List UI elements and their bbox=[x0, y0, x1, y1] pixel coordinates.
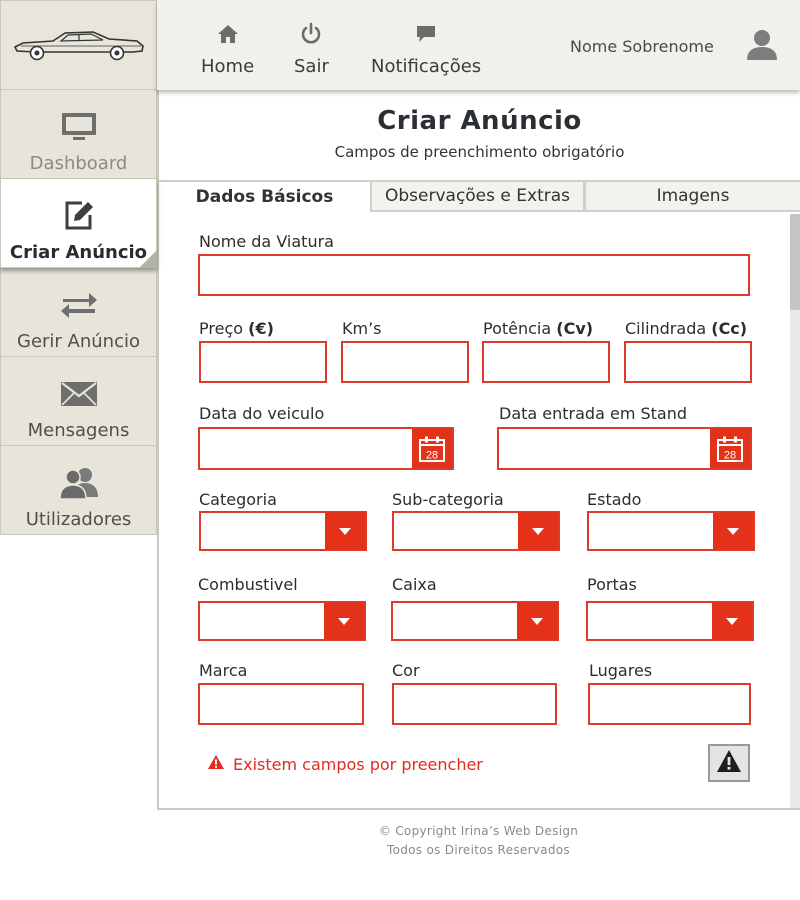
nome-viatura-label: Nome da Viatura bbox=[199, 232, 334, 251]
categoria-label: Categoria bbox=[199, 490, 277, 509]
main-panel: Criar Anúncio Campos de preenchimento ob… bbox=[157, 90, 800, 810]
monitor-icon bbox=[59, 107, 99, 147]
lugares-label: Lugares bbox=[589, 661, 653, 680]
home-button[interactable]: Home bbox=[201, 18, 254, 77]
data-veiculo-input[interactable]: 28 bbox=[198, 427, 454, 470]
sidebar-item-utilizadores[interactable]: Utilizadores bbox=[0, 446, 157, 535]
data-entrada-input[interactable]: 28 bbox=[497, 427, 752, 470]
sidebar-item-criar-anuncio[interactable]: Criar Anúncio bbox=[0, 179, 157, 268]
home-icon bbox=[217, 18, 239, 50]
nome-viatura-input[interactable] bbox=[198, 254, 750, 296]
brand-logo[interactable] bbox=[0, 0, 157, 90]
sidebar-item-label: Mensagens bbox=[27, 420, 130, 441]
notifications-button[interactable]: Notificações bbox=[371, 18, 481, 77]
caixa-label: Caixa bbox=[392, 575, 437, 594]
sidebar-item-label: Dashboard bbox=[29, 153, 128, 174]
calendar-day: 28 bbox=[724, 449, 736, 461]
sidebar-item-label: Criar Anúncio bbox=[9, 242, 148, 263]
tab-dados-basicos[interactable]: Dados Básicos bbox=[159, 180, 370, 212]
edit-icon bbox=[62, 196, 96, 236]
tab-observacoes-extras[interactable]: Observações e Extras bbox=[370, 180, 585, 212]
cor-input[interactable] bbox=[392, 683, 557, 725]
validation-message: Existem campos por preencher bbox=[207, 754, 483, 774]
marca-label: Marca bbox=[199, 661, 248, 680]
portas-select[interactable] bbox=[586, 601, 754, 641]
users-icon bbox=[58, 463, 100, 503]
preco-input[interactable] bbox=[199, 341, 327, 383]
cilindrada-input[interactable] bbox=[624, 341, 752, 383]
potencia-label-text: Potência bbox=[483, 319, 552, 338]
potencia-unit: (Cv) bbox=[556, 319, 594, 338]
caixa-select[interactable] bbox=[391, 601, 559, 641]
data-entrada-label: Data entrada em Stand bbox=[499, 404, 688, 423]
warning-icon bbox=[716, 749, 742, 777]
validation-text: Existem campos por preencher bbox=[233, 754, 483, 774]
estado-label: Estado bbox=[587, 490, 642, 509]
marca-input[interactable] bbox=[198, 683, 364, 725]
sidebar-item-dashboard[interactable]: Dashboard bbox=[0, 90, 157, 179]
notifications-label: Notificações bbox=[371, 56, 482, 77]
user-name[interactable]: Nome Sobrenome bbox=[570, 37, 714, 56]
calendar-icon[interactable]: 28 bbox=[710, 429, 750, 468]
cilindrada-unit: (Cc) bbox=[711, 319, 748, 338]
top-bar: Home Sair Notificações Nome Sobrenome bbox=[157, 0, 800, 90]
cilindrada-label-text: Cilindrada bbox=[625, 319, 707, 338]
calendar-icon[interactable]: 28 bbox=[412, 429, 452, 468]
portas-label: Portas bbox=[587, 575, 637, 594]
potencia-input[interactable] bbox=[482, 341, 610, 383]
chat-icon bbox=[415, 18, 437, 50]
user-icon[interactable] bbox=[745, 28, 779, 66]
copyright-text: © Copyright Irina’s Web Design bbox=[378, 824, 579, 838]
alert-button[interactable] bbox=[708, 744, 750, 782]
footer: © Copyright Irina’s Web Design Todos os … bbox=[157, 822, 800, 860]
chevron-down-icon[interactable] bbox=[712, 603, 752, 639]
subcategoria-label: Sub-categoria bbox=[392, 490, 504, 509]
active-indicator bbox=[139, 250, 157, 268]
tab-imagens[interactable]: Imagens bbox=[584, 180, 800, 212]
combustivel-select[interactable] bbox=[198, 601, 366, 641]
warning-icon bbox=[207, 754, 225, 774]
preco-unit: (€) bbox=[248, 319, 274, 338]
estado-select[interactable] bbox=[587, 511, 755, 551]
page-subtitle: Campos de preenchimento obrigatório bbox=[334, 143, 625, 161]
swap-arrows-icon bbox=[59, 285, 99, 325]
subcategoria-select[interactable] bbox=[392, 511, 560, 551]
chevron-down-icon[interactable] bbox=[325, 513, 365, 549]
kms-label: Km’s bbox=[342, 319, 382, 338]
scrollbar[interactable] bbox=[790, 214, 800, 808]
chevron-down-icon[interactable] bbox=[324, 603, 364, 639]
chevron-down-icon[interactable] bbox=[518, 513, 558, 549]
cilindrada-label: Cilindrada (Cc) bbox=[625, 319, 747, 338]
categoria-select[interactable] bbox=[199, 511, 367, 551]
power-icon bbox=[299, 18, 323, 50]
scrollbar-thumb[interactable] bbox=[790, 214, 800, 310]
cor-label: Cor bbox=[392, 661, 420, 680]
calendar-day: 28 bbox=[426, 449, 438, 461]
page-title: Criar Anúncio bbox=[377, 106, 582, 136]
preco-label-text: Preço bbox=[199, 319, 244, 338]
combustivel-label: Combustivel bbox=[198, 575, 298, 594]
lugares-input[interactable] bbox=[588, 683, 751, 725]
logout-button[interactable]: Sair bbox=[294, 18, 329, 77]
logout-label: Sair bbox=[294, 56, 329, 77]
home-label: Home bbox=[201, 56, 255, 77]
potencia-label: Potência (Cv) bbox=[483, 319, 593, 338]
sidebar-item-label: Gerir Anúncio bbox=[17, 331, 140, 352]
rights-text: Todos os Direitos Reservados bbox=[387, 843, 570, 857]
tab-bar: Dados Básicos Observações e Extras Image… bbox=[159, 180, 800, 212]
chevron-down-icon[interactable] bbox=[517, 603, 557, 639]
preco-label: Preço (€) bbox=[199, 319, 274, 338]
sidebar-item-mensagens[interactable]: Mensagens bbox=[0, 357, 157, 446]
sidebar-item-gerir-anuncio[interactable]: Gerir Anúncio bbox=[0, 268, 157, 357]
car-icon bbox=[13, 31, 144, 61]
data-veiculo-label: Data do veiculo bbox=[199, 404, 325, 423]
kms-input[interactable] bbox=[341, 341, 469, 383]
chevron-down-icon[interactable] bbox=[713, 513, 753, 549]
sidebar-item-label: Utilizadores bbox=[25, 509, 132, 530]
envelope-icon bbox=[59, 374, 99, 414]
